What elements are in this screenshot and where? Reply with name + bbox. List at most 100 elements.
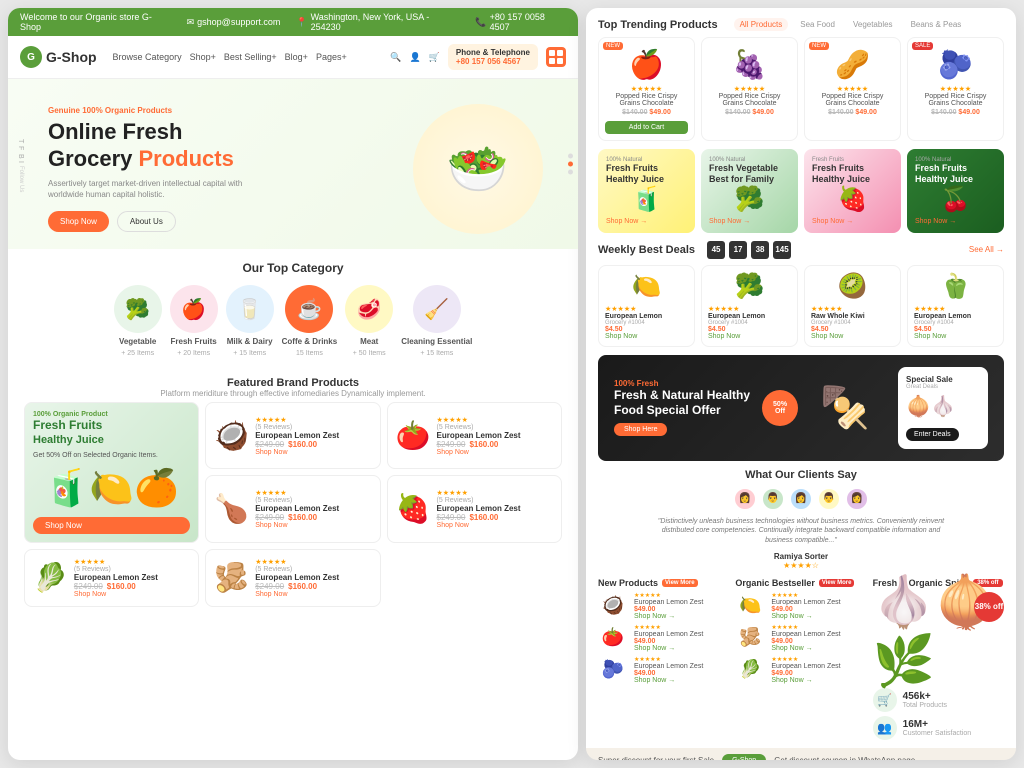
- hero-buttons: Shop Now About Us: [48, 211, 398, 232]
- featured-product-6[interactable]: 🫚 ★★★★★ (5 Reviews) European Lemon Zest …: [205, 549, 380, 607]
- prod-img-6: 🫚: [214, 561, 249, 594]
- top-bar: Welcome to our Organic store G-Shop ✉ gs…: [8, 8, 578, 36]
- new-item-3[interactable]: 🫐 ★★★★★ European Lemon Zest $49.00 Shop …: [598, 656, 729, 684]
- bestselling-link[interactable]: Best Selling+: [224, 52, 277, 62]
- promo-tag: 100% Organic Product: [33, 411, 190, 418]
- deal-img-4: 🫑: [914, 272, 997, 301]
- discount-badge: 50% Off: [762, 390, 798, 426]
- trending-grid: NEW 🍎 ★★★★★ Popped Rice Crispy Grains Ch…: [586, 37, 1016, 149]
- featured-product-3[interactable]: 🍗 ★★★★★ (5 Reviews) European Lemon Zest …: [205, 475, 380, 542]
- special-sub: Great Deals: [906, 384, 980, 390]
- promo-banner-1[interactable]: 100% Natural Fresh FruitsHealthy Juice 🧃…: [598, 149, 695, 233]
- banner-icon-2: 🥦: [709, 185, 790, 214]
- trend-product-4[interactable]: SALE 🫐 ★★★★★ Popped Rice Crispy Grains C…: [907, 37, 1004, 141]
- fresh-shop-btn[interactable]: Shop Here: [614, 423, 667, 436]
- hero-image: 🥗: [398, 99, 558, 239]
- avatar-4: 👨: [817, 487, 841, 511]
- filter-seafood[interactable]: Sea Food: [794, 18, 841, 31]
- new-item-1[interactable]: 🥥 ★★★★★ European Lemon Zest $49.00 Shop …: [598, 592, 729, 620]
- trend-product-2[interactable]: 🍇 ★★★★★ Popped Rice Crispy Grains Chocol…: [701, 37, 798, 141]
- shop-link[interactable]: Shop+: [190, 52, 216, 62]
- cart-icon[interactable]: 🛒: [429, 52, 440, 63]
- bottom-shop-btn[interactable]: G-Shop: [722, 754, 766, 760]
- new-item-2[interactable]: 🍅 ★★★★★ European Lemon Zest $49.00 Shop …: [598, 624, 729, 652]
- prod-img-2: 🍅: [396, 419, 431, 452]
- new-item-img-2: 🍅: [598, 627, 628, 648]
- deal-1[interactable]: 🍋 ★★★★★ European Lemon Grocery #1004 $4.…: [598, 265, 695, 347]
- organic-item-1[interactable]: 🍋 ★★★★★ European Lemon Zest $49.00 Shop …: [735, 592, 866, 620]
- blog-link[interactable]: Blog+: [285, 52, 308, 62]
- fresh-food-image: 🍢: [820, 384, 870, 431]
- hero-dots: [568, 154, 573, 175]
- cat-meat[interactable]: 🥩 Meat + 50 Items: [345, 285, 393, 357]
- featured-product-2[interactable]: 🍅 ★★★★★ (5 Reviews) European Lemon Zest …: [387, 402, 562, 469]
- banner-title: Fresh & Natural HealthyFood Special Offe…: [614, 388, 750, 417]
- phone-text: 📞 +80 157 0058 4507: [475, 12, 566, 32]
- bottom-text: Super discount for your first Sale: [598, 756, 714, 760]
- deals-grid: 🍋 ★★★★★ European Lemon Grocery #1004 $4.…: [598, 265, 1004, 347]
- about-us-button[interactable]: About Us: [117, 211, 176, 232]
- cat-dairy[interactable]: 🥛 Milk & Dairy + 15 Items: [226, 285, 274, 357]
- reviewer-stars: ★★★★☆: [598, 561, 1004, 570]
- fresh-natural-banner[interactable]: 100% Fresh Fresh & Natural HealthyFood S…: [598, 355, 1004, 461]
- deals-see-all[interactable]: See All →: [969, 245, 1004, 254]
- special-title: Special Sale: [906, 375, 980, 384]
- promo-banner-2[interactable]: 100% Natural Fresh VegetableBest for Fam…: [701, 149, 798, 233]
- cat-vegetable[interactable]: 🥦 Vegetable + 25 Items: [114, 285, 162, 357]
- search-icon[interactable]: 🔍: [390, 52, 401, 63]
- trend-img-2: 🍇: [708, 48, 791, 81]
- featured-grid: 100% Organic Product Fresh FruitsHealthy…: [24, 402, 562, 607]
- new-item-img-1: 🥥: [598, 595, 628, 616]
- hero-title: Online Fresh Grocery Products: [48, 119, 398, 172]
- cat-icon-cleaning: 🧹: [413, 285, 461, 333]
- organic-item-2[interactable]: 🫚 ★★★★★ European Lemon Zest $49.00 Shop …: [735, 624, 866, 652]
- special-btn[interactable]: Enter Deals: [906, 428, 959, 441]
- pages-link[interactable]: Pages+: [316, 52, 347, 62]
- logo-icon: G: [20, 46, 42, 68]
- special-sale-card[interactable]: Special Sale Great Deals 🧅🧄 Enter Deals: [898, 367, 988, 449]
- promo-title: Fresh FruitsHealthy Juice: [33, 418, 190, 448]
- avatar-1: 👩: [733, 487, 757, 511]
- promo-banner-4[interactable]: 100% Natural Fresh FruitsHealthy Juice 🍒…: [907, 149, 1004, 233]
- cat-fruits[interactable]: 🍎 Fresh Fruits + 20 Items: [170, 285, 218, 357]
- countdown-timer: 45 17 38 145: [707, 241, 791, 259]
- deal-4[interactable]: 🫑 ★★★★★ European Lemon Grocery #1004 $4.…: [907, 265, 1004, 347]
- filter-beans[interactable]: Beans & Peas: [905, 18, 968, 31]
- avatar-2: 👨: [761, 487, 785, 511]
- prod-img-1: 🥥: [214, 419, 249, 452]
- trend-product-3[interactable]: NEW 🥜 ★★★★★ Popped Rice Crispy Grains Ch…: [804, 37, 901, 141]
- add-to-cart-btn-1[interactable]: Add to Cart: [605, 121, 688, 134]
- spice-off-badge: 38% off: [974, 592, 1004, 622]
- new-item-img-3: 🫐: [598, 659, 628, 680]
- site-header: G G-Shop Browse Category Shop+ Best Sell…: [8, 36, 578, 79]
- review-avatars: 👩 👨 👩 👨 👩: [598, 487, 1004, 511]
- filter-veg[interactable]: Vegetables: [847, 18, 899, 31]
- browse-cat[interactable]: Browse Category: [113, 52, 182, 62]
- organic-item-3[interactable]: 🥬 ★★★★★ European Lemon Zest $49.00 Shop …: [735, 656, 866, 684]
- welcome-text: Welcome to our Organic store G-Shop: [20, 12, 171, 32]
- deal-2[interactable]: 🥦 ★★★★★ European Lemon Grocery #1004 $4.…: [701, 265, 798, 347]
- featured-product-5[interactable]: 🥬 ★★★★★ (5 Reviews) European Lemon Zest …: [24, 549, 199, 607]
- user-icon[interactable]: 👤: [409, 52, 420, 63]
- social-sidebar: T F B I Follow Us: [8, 139, 24, 193]
- promo-shop-btn[interactable]: Shop Now: [33, 517, 190, 534]
- featured-product-4[interactable]: 🍓 ★★★★★ (5 Reviews) European Lemon Zest …: [387, 475, 562, 542]
- deal-3[interactable]: 🥝 ★★★★★ Raw Whole Kiwi Grocery #1004 $4.…: [804, 265, 901, 347]
- address-text: 📍 Washington, New York, USA - 254230: [296, 12, 459, 32]
- reviewer-name: Ramiya Sorter: [598, 552, 1004, 561]
- filter-all[interactable]: All Products: [734, 18, 789, 31]
- spice-image: 🧄🧅🌿: [873, 573, 1004, 691]
- featured-promo-card[interactable]: 100% Organic Product Fresh FruitsHealthy…: [24, 402, 199, 543]
- cat-cleaning[interactable]: 🧹 Cleaning Essential + 15 Items: [401, 285, 472, 357]
- new-products-col: New Products View More 🥥 ★★★★★ European …: [598, 578, 729, 740]
- avatar-3: 👩: [789, 487, 813, 511]
- bottom-bar: Super discount for your first Sale G-Sho…: [586, 748, 1016, 760]
- cat-icon-vegetable: 🥦: [114, 285, 162, 333]
- promo-banner-3[interactable]: Fresh Fruits Fresh FruitsHealthy Juice 🍓…: [804, 149, 901, 233]
- cat-coffee[interactable]: ☕ Coffe & Drinks 15 Items: [282, 285, 338, 357]
- shop-now-button[interactable]: Shop Now: [48, 211, 109, 232]
- trend-product-1[interactable]: NEW 🍎 ★★★★★ Popped Rice Crispy Grains Ch…: [598, 37, 695, 141]
- featured-product-1[interactable]: 🥥 ★★★★★ (5 Reviews) European Lemon Zest …: [205, 402, 380, 469]
- grid-icon[interactable]: [546, 47, 566, 67]
- logo[interactable]: G G-Shop: [20, 46, 97, 68]
